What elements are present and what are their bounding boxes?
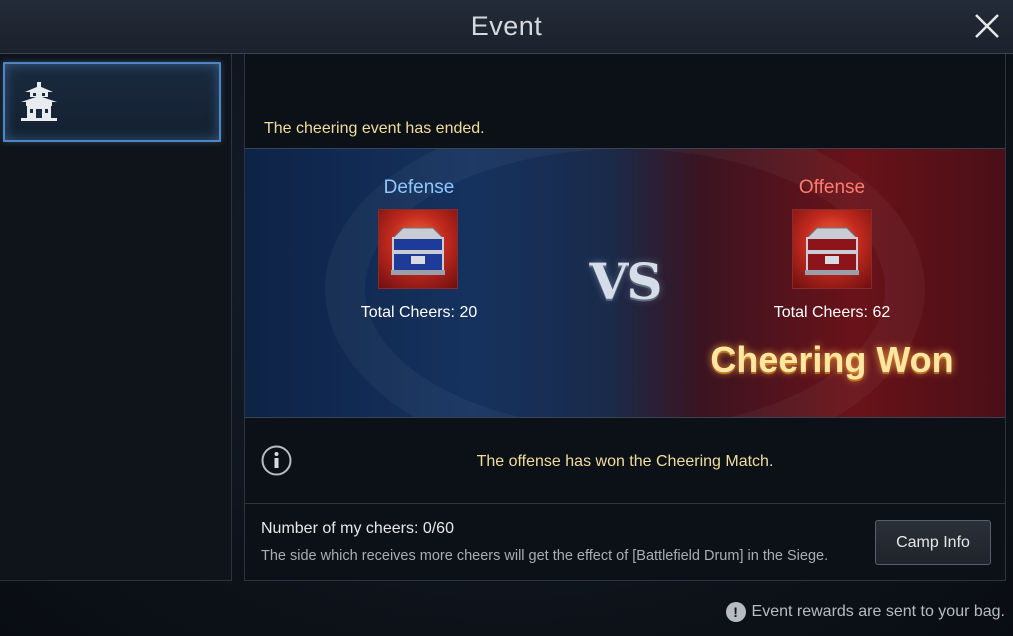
header-bar: Event: [0, 0, 1013, 54]
sidebar-item-siege-event[interactable]: [3, 62, 221, 142]
footer-note: ! Event rewards are sent to your bag.: [725, 602, 1005, 622]
red-chest-icon: [805, 227, 859, 275]
vs-label: VS: [589, 252, 663, 311]
exclamation-icon: !: [725, 602, 746, 622]
close-icon: [975, 14, 999, 38]
cheers-effect-note: The side which receives more cheers will…: [261, 548, 829, 564]
pagoda-icon: [21, 82, 57, 121]
event-status-text: The cheering event has ended.: [264, 120, 485, 137]
my-cheers-count: Number of my cheers: 0/60: [261, 520, 454, 537]
defense-total-cheers: Total Cheers: 20: [360, 304, 478, 321]
cheering-match-banner: Defense Total Cheers: 20 VS Offense Tota…: [245, 148, 1005, 418]
camp-info-button[interactable]: Camp Info: [875, 520, 991, 565]
event-panel: The cheering event has ended. Defense To…: [244, 54, 1006, 581]
cheering-won-label: Cheering Won: [710, 339, 954, 380]
offense-title: Offense: [798, 177, 866, 198]
sidebar: [0, 54, 232, 581]
offense-total-cheers: Total Cheers: 62: [773, 304, 891, 321]
footer-note-text: Event rewards are sent to your bag.: [751, 603, 1005, 620]
result-message: The offense has won the Cheering Match.: [476, 453, 774, 470]
page-title: Event: [470, 11, 543, 41]
offense-chest-icon: [792, 209, 872, 289]
defense-title: Defense: [383, 177, 455, 198]
blue-chest-icon: [391, 227, 445, 275]
result-info-row: The offense has won the Cheering Match.: [245, 418, 1005, 504]
close-button[interactable]: [971, 10, 1003, 42]
defense-chest-icon: [378, 209, 458, 289]
